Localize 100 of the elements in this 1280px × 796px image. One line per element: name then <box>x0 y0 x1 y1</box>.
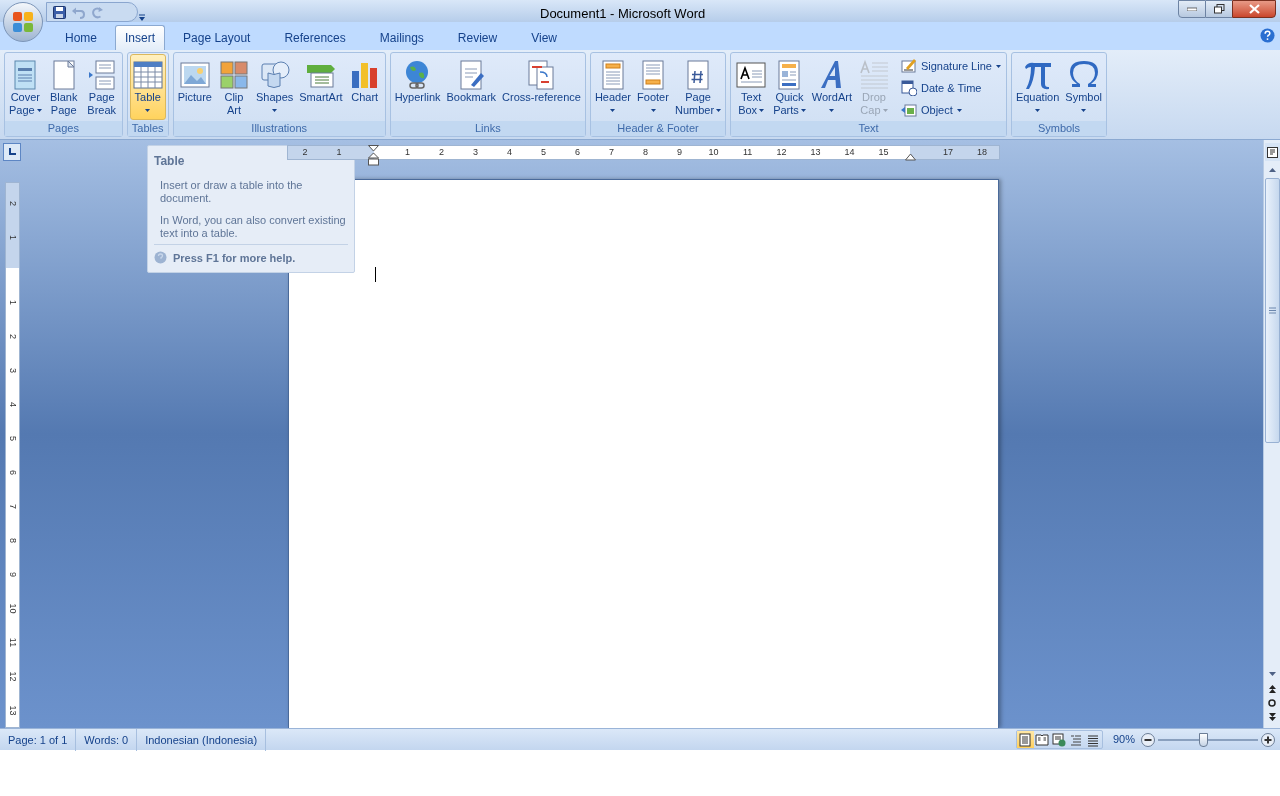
ribbon-button[interactable]: Equation <box>1013 54 1062 120</box>
ribbon-button[interactable]: Quick Parts <box>771 54 808 120</box>
view-ruler-button[interactable] <box>1264 143 1280 161</box>
ribbon-button[interactable]: Shapes <box>253 54 296 120</box>
quick-access-button[interactable] <box>53 5 66 19</box>
ruler-number: 8 <box>8 537 17 543</box>
ruler-number: 7 <box>8 503 17 509</box>
caret-icon <box>272 109 278 112</box>
draft-icon <box>1086 732 1101 747</box>
calendar-clock-icon <box>900 80 917 96</box>
ruler-number: 10 <box>8 603 17 613</box>
ribbon-button[interactable]: Text Box <box>733 54 770 120</box>
ruler-number: 5 <box>541 146 547 159</box>
save-icon <box>53 5 66 19</box>
ruler-number: 12 <box>8 671 17 681</box>
ruler-number: 2 <box>302 146 308 159</box>
caret-icon <box>36 109 42 112</box>
caret-icon <box>800 109 806 112</box>
help-icon <box>154 251 167 265</box>
ribbon-tab[interactable]: References <box>275 25 355 50</box>
ruler-number: 6 <box>8 469 17 475</box>
ribbon-tab[interactable]: Review <box>448 25 507 50</box>
ribbon-button[interactable]: Page Break <box>83 54 120 120</box>
ribbon-button[interactable]: Bookmark <box>444 54 499 120</box>
zoom-in-button[interactable] <box>1261 732 1275 747</box>
help-icon[interactable] <box>1260 28 1275 43</box>
ribbon-button[interactable]: Cover Page <box>7 54 44 120</box>
tab-selector-button[interactable] <box>3 143 21 161</box>
ribbon-tab[interactable]: Mailings <box>370 25 433 50</box>
restore-button[interactable] <box>1206 0 1232 18</box>
caret-icon <box>1035 109 1041 112</box>
group-label: Illustrations <box>173 121 385 136</box>
clip-art-icon <box>217 58 250 91</box>
ribbon-button[interactable]: Page Number <box>673 54 724 120</box>
ruler-number: 4 <box>8 401 17 407</box>
caret-icon <box>882 109 888 112</box>
ruler-number: 3 <box>473 146 479 159</box>
ribbon-tab[interactable]: Home <box>56 25 106 50</box>
ribbon-button[interactable]: Date & Time <box>897 77 1004 99</box>
right-indent-marker[interactable] <box>905 153 916 161</box>
ribbon-tab[interactable]: View <box>522 25 566 50</box>
ribbon-button[interactable]: SmartArt <box>297 54 345 120</box>
group-label: Symbols <box>1011 121 1107 136</box>
up-arrow-icon <box>1268 167 1276 172</box>
text-cursor <box>375 267 376 282</box>
ribbon-button[interactable]: Blank Page <box>45 54 82 120</box>
ribbon-button[interactable]: WordArt <box>809 54 854 120</box>
ruler-number: 7 <box>609 146 615 159</box>
ruler-number: 1 <box>336 146 342 159</box>
ruler-number: 4 <box>507 146 513 159</box>
web-layout-icon <box>1052 732 1067 747</box>
caret-icon <box>610 109 616 112</box>
ribbon-button[interactable]: Picture <box>175 54 214 120</box>
caret-icon <box>145 109 151 112</box>
ruler-number: 3 <box>8 367 17 373</box>
caret-icon <box>716 109 722 112</box>
ruler-number: 1 <box>8 234 17 240</box>
reading-layout-icon <box>1035 732 1050 747</box>
ribbon-tab[interactable]: Insert <box>115 25 166 50</box>
customize-button[interactable] <box>138 14 146 22</box>
caret-icon <box>956 108 962 112</box>
close-button[interactable] <box>1232 0 1276 18</box>
zoom-slider-thumb[interactable] <box>1198 732 1208 747</box>
ruler-number: 9 <box>677 146 683 159</box>
embedded-object-icon <box>900 102 917 118</box>
screentip-help-text: Press F1 for more help. <box>173 250 296 266</box>
office-logo-icon <box>11 10 35 34</box>
indent-marker[interactable] <box>367 145 379 166</box>
ribbon-button[interactable]: Object <box>897 99 1004 121</box>
ribbon-button[interactable]: Footer <box>635 54 671 120</box>
ruler-number: 8 <box>643 146 649 159</box>
ribbon-button[interactable]: Clip Art <box>215 54 252 120</box>
ruler-number: 10 <box>708 146 719 159</box>
caret-icon <box>995 64 1001 68</box>
down-arrow-icon <box>1268 671 1276 676</box>
ribbon-button[interactable]: Cross-reference <box>500 54 583 120</box>
ruler-number: 17 <box>943 146 953 159</box>
close-icon <box>1248 4 1260 14</box>
ribbon-button[interactable]: Symbol <box>1063 54 1105 120</box>
zoom-level-button[interactable]: 90% <box>1112 731 1135 748</box>
ruler-number: 1 <box>8 299 17 305</box>
ribbon-tab[interactable]: Page Layout <box>174 25 260 50</box>
ruler-number: 2 <box>439 146 445 159</box>
caret-icon <box>829 109 835 112</box>
ribbon-button[interactable]: Table <box>129 54 166 120</box>
shapes-icon <box>258 58 291 91</box>
zoom-out-button[interactable] <box>1141 732 1155 747</box>
ribbon-button[interactable]: Hyperlink <box>392 54 443 120</box>
ruler-number: 11 <box>8 637 17 647</box>
grip-icon <box>1268 307 1276 314</box>
ruler-number: 2 <box>8 200 17 206</box>
ribbon-button[interactable]: Chart <box>346 54 383 120</box>
table-icon <box>131 58 164 91</box>
ruler-number: 5 <box>8 435 17 441</box>
scroll-thumb[interactable] <box>1264 178 1280 443</box>
ruler-number: 13 <box>810 146 821 159</box>
left-tab-icon <box>8 148 16 156</box>
ribbon-button[interactable]: Header <box>592 54 633 120</box>
ribbon-button[interactable]: Signature Line <box>897 55 1004 77</box>
ruler-number: 18 <box>977 146 987 159</box>
